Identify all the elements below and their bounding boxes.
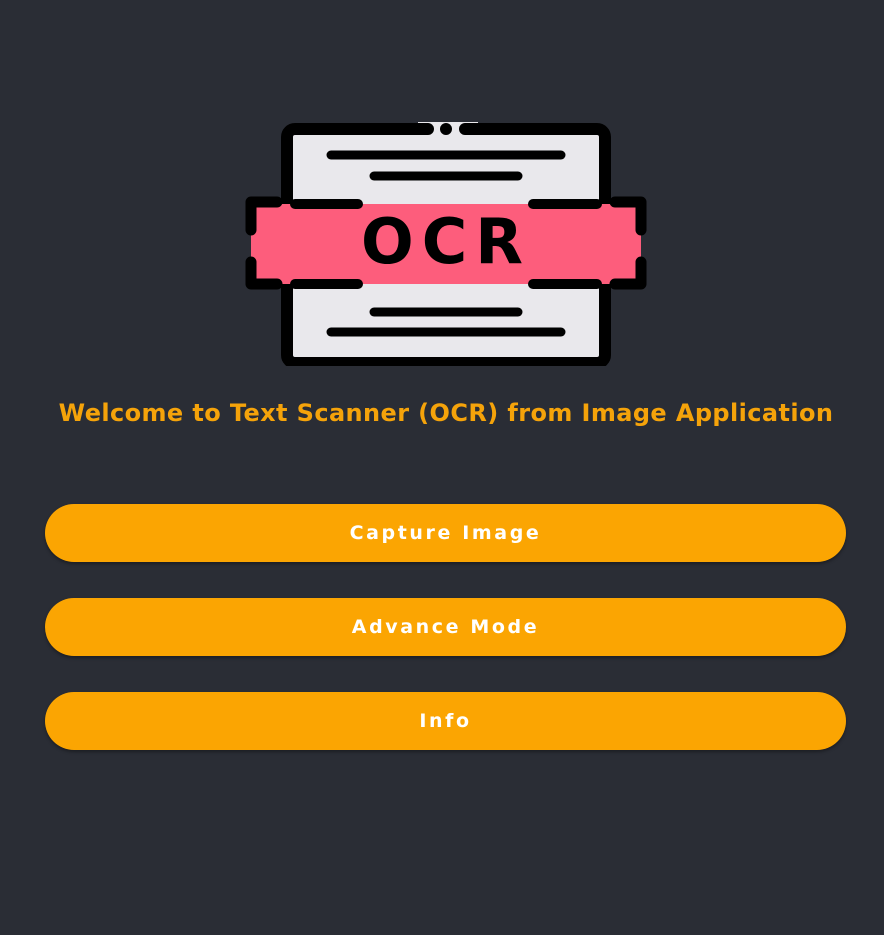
advance-mode-button[interactable]: Advance Mode — [45, 598, 846, 656]
ocr-logo-text: OCR — [361, 205, 531, 278]
ocr-document-icon: OCR — [245, 122, 647, 366]
info-button[interactable]: Info — [45, 692, 846, 750]
ocr-logo: OCR — [243, 122, 649, 366]
welcome-title: Welcome to Text Scanner (OCR) from Image… — [58, 399, 834, 427]
capture-image-button[interactable]: Capture Image — [45, 504, 846, 562]
